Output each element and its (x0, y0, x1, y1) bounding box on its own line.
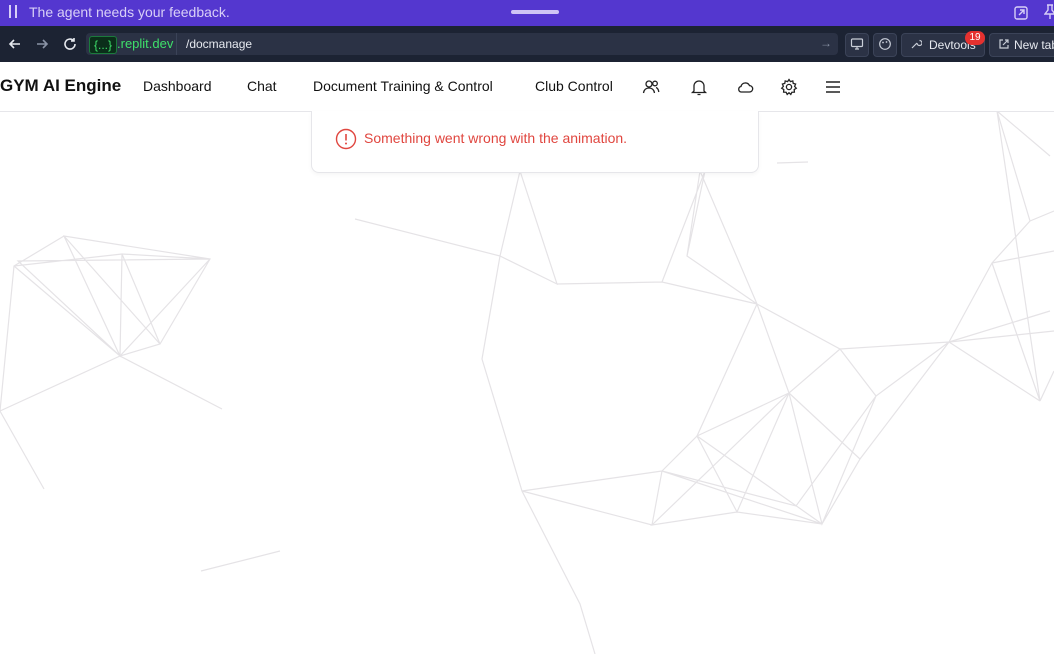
url-divider (176, 33, 177, 55)
network-background (0, 111, 1054, 654)
cloud-icon[interactable] (735, 77, 755, 97)
network-line (947, 111, 1054, 402)
forward-icon[interactable] (34, 36, 50, 52)
monitor-icon (850, 38, 864, 50)
drag-handle[interactable] (511, 10, 559, 14)
menu-icon[interactable] (823, 77, 843, 97)
nav-document-training[interactable]: Document Training & Control (313, 78, 493, 94)
network-line (354, 161, 1051, 654)
palette-icon (879, 38, 891, 50)
gear-icon[interactable] (779, 77, 799, 97)
expand-icon[interactable] (1013, 5, 1029, 21)
url-bar[interactable]: {...} .replit.dev /docmanage → (86, 33, 838, 55)
nav-dashboard[interactable]: Dashboard (143, 78, 212, 94)
domain-tag: {...} (89, 36, 118, 54)
new-tab-label: New tab (1014, 38, 1054, 52)
alert-circle-icon (335, 128, 357, 150)
go-arrow-icon[interactable]: → (820, 36, 832, 50)
network-line (200, 550, 281, 572)
network-line (0, 235, 223, 490)
agent-feedback-banner[interactable]: The agent needs your feedback. (0, 0, 1054, 26)
new-tab-button[interactable]: New tab (989, 33, 1054, 57)
external-link-icon (999, 39, 1009, 49)
error-message: Something went wrong with the animation. (364, 130, 628, 146)
devtools-badge: 19 (965, 31, 985, 45)
domain-text: .replit.dev (117, 36, 174, 51)
brand-title[interactable]: GYM AI Engine (0, 76, 121, 96)
wrench-icon (911, 39, 922, 49)
nav-chat[interactable]: Chat (247, 78, 277, 94)
pin-icon[interactable] (1044, 4, 1054, 20)
browser-toolbar: {...} .replit.dev /docmanage → Devtools … (0, 26, 1054, 62)
reload-icon[interactable] (62, 36, 78, 52)
pause-icon[interactable] (9, 5, 17, 18)
back-icon[interactable] (7, 36, 23, 52)
app-navbar: GYM AI Engine Dashboard Chat Document Tr… (0, 62, 1054, 112)
users-icon[interactable] (641, 77, 661, 97)
screen-button[interactable] (845, 33, 869, 57)
agent-feedback-message: The agent needs your feedback. (29, 4, 230, 20)
theme-button[interactable] (873, 33, 897, 57)
error-toast: Something went wrong with the animation. (311, 111, 759, 173)
bell-icon[interactable] (689, 77, 709, 97)
url-path[interactable]: /docmanage (186, 36, 252, 52)
nav-club-control[interactable]: Club Control (535, 78, 613, 94)
